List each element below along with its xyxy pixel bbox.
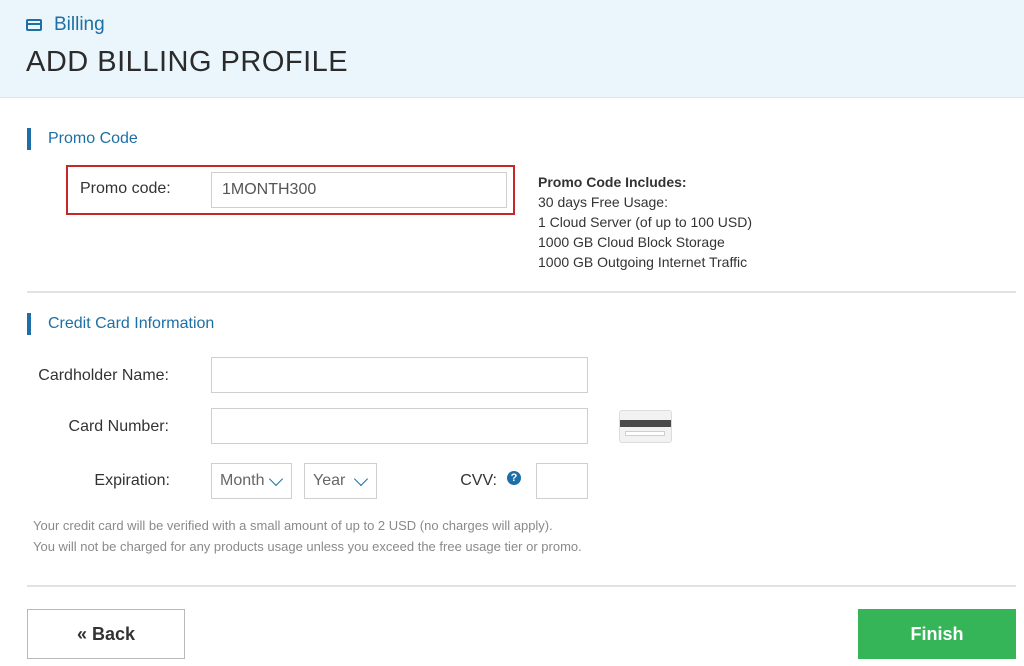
promo-includes: Promo Code Includes: 30 days Free Usage:… — [538, 172, 752, 272]
back-button[interactable]: « Back — [27, 609, 185, 659]
promo-section-title: Promo Code — [27, 128, 138, 150]
help-icon[interactable]: ? — [507, 471, 521, 485]
credit-card-back-icon — [619, 410, 672, 443]
note-line: You will not be charged for any products… — [33, 539, 582, 554]
note-line: Your credit card will be verified with a… — [33, 518, 553, 533]
promo-includes-item: 1000 GB Cloud Block Storage — [538, 234, 725, 250]
credit-card-section-title: Credit Card Information — [27, 313, 214, 335]
expiration-month-select[interactable]: Month — [211, 463, 292, 499]
cardholder-name-input[interactable] — [211, 357, 588, 393]
cardholder-name-label: Cardholder Name: — [38, 367, 169, 384]
promo-includes-item: 1000 GB Outgoing Internet Traffic — [538, 254, 748, 270]
section-divider — [27, 291, 1016, 293]
credit-card-icon — [26, 19, 42, 31]
breadcrumb-label[interactable]: Billing — [54, 14, 105, 36]
promo-includes-item: 1 Cloud Server (of up to 100 USD) — [538, 214, 752, 230]
promo-code-input[interactable] — [211, 172, 507, 208]
month-select-value: Month — [220, 472, 265, 489]
year-select-value: Year — [313, 472, 346, 489]
verification-note: Your credit card will be verified with a… — [33, 515, 582, 557]
section-divider — [27, 585, 1016, 587]
expiration-label: Expiration: — [94, 472, 170, 489]
page-title: ADD BILLING PROFILE — [26, 46, 349, 78]
promo-includes-title: Promo Code Includes: — [538, 174, 687, 190]
breadcrumb[interactable]: Billing — [26, 14, 105, 36]
card-number-input[interactable] — [211, 408, 588, 444]
finish-button[interactable]: Finish — [858, 609, 1016, 659]
card-number-label: Card Number: — [68, 418, 169, 435]
cvv-input[interactable] — [536, 463, 588, 499]
page-header: Billing ADD BILLING PROFILE — [0, 0, 1024, 98]
promo-includes-item: 30 days Free Usage: — [538, 194, 668, 210]
chevron-down-icon — [268, 471, 284, 487]
promo-code-label: Promo code: — [80, 180, 171, 197]
cvv-label: CVV: — [460, 472, 497, 489]
